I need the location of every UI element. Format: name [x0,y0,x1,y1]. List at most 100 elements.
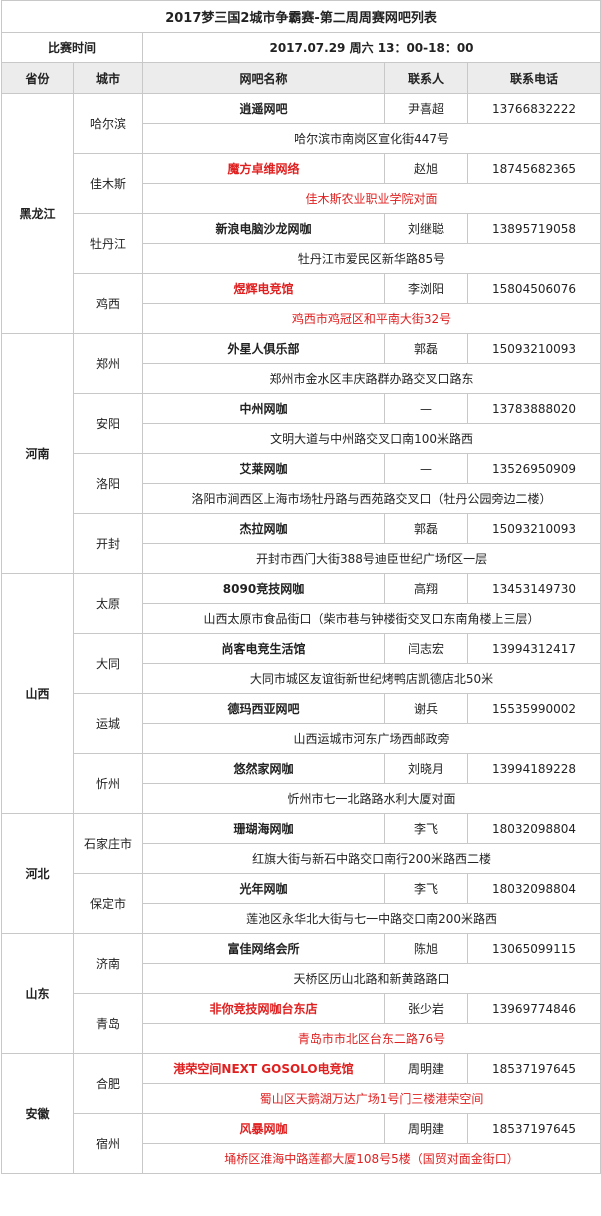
cafe-name-cell: 德玛西亚网吧 [142,693,385,724]
province-cell: 黑龙江 [1,93,74,334]
phone-cell: 13766832222 [466,93,601,124]
cafe-name-cell: 富佳网络会所 [142,933,385,964]
address-cell: 蜀山区天鹅湖万达广场1号门三楼港荣空间 [141,1083,601,1114]
table-row: 宿州 风暴网咖 周明建 18537197645 [2,1113,601,1174]
phone-cell: 18745682365 [466,153,601,184]
cafe-name-cell: 新浪电脑沙龙网咖 [142,213,385,244]
city-cell: 石家庄市 [73,813,143,874]
phone-cell: 15093210093 [466,333,601,364]
address-cell: 山西运城市河东广场西邮政旁 [141,723,601,754]
table-row: 牡丹江 新浪电脑沙龙网咖 刘继聪 13895719058 [2,213,601,274]
contact-cell: 谢兵 [384,693,468,724]
cafe-name-cell: 港荣空间NEXT GOSOLO电竞馆 [142,1053,385,1084]
phone-cell: 13526950909 [466,453,601,484]
address-cell: 青岛市市北区台东二路76号 [141,1023,601,1054]
phone-cell: 18032098804 [466,813,601,844]
header-cafe-name: 网吧名称 [142,62,385,94]
phone-cell: 13895719058 [466,213,601,244]
contact-cell: 闫志宏 [384,633,468,664]
contact-cell: 张少岩 [384,993,468,1024]
phone-cell: 15535990002 [466,693,601,724]
address-cell: 牡丹江市爱民区新华路85号 [141,243,601,274]
contact-cell: 尹喜超 [384,93,468,124]
city-cell: 佳木斯 [73,153,143,214]
contact-cell: 李飞 [384,873,468,904]
address-cell: 文明大道与中州路交叉口南100米路西 [141,423,601,454]
match-time-label: 比赛时间 [1,32,143,63]
city-cell: 开封 [73,513,143,574]
contact-cell: — [384,393,468,424]
contact-cell: — [384,453,468,484]
city-cell: 保定市 [73,873,143,934]
city-cell: 大同 [73,633,143,694]
province-cell: 安徽 [1,1053,74,1174]
header-province: 省份 [1,62,74,94]
title-row: 2017梦三国2城市争霸赛-第二周周赛网吧列表 [0,0,601,33]
phone-cell: 18537197645 [466,1053,601,1084]
address-cell: 哈尔滨市南岗区宣化街447号 [141,123,601,154]
address-cell: 洛阳市涧西区上海市场牡丹路与西苑路交叉口（牡丹公园旁边二楼） [141,483,601,514]
cafe-name-cell: 逍遥网吧 [142,93,385,124]
table-row: 黑龙江 哈尔滨 逍遥网吧 尹喜超 13766832222 [1,93,601,334]
phone-cell: 18032098804 [466,873,601,904]
phone-cell: 13783888020 [466,393,601,424]
address-cell: 天桥区历山北路和新黄路路口 [141,963,601,994]
address-cell: 佳木斯农业职业学院对面 [141,183,601,214]
phone-cell: 13969774846 [466,993,601,1024]
match-time-value: 2017.07.29 周六 13：00-18：00 [141,32,601,63]
cafe-name-cell: 艾莱网咖 [142,453,385,484]
page-title: 2017梦三国2城市争霸赛-第二周周赛网吧列表 [0,0,601,33]
address-cell: 山西太原市食品街口（柴市巷与钟楼街交叉口东南角楼上三层） [141,603,601,634]
city-cell: 太原 [73,573,143,634]
header-row: 省份 城市 网吧名称 联系人 联系电话 [1,62,601,94]
address-cell: 大同市城区友谊街新世纪烤鸭店凯德店北50米 [141,663,601,694]
cafe-name-cell: 悠然家网咖 [142,753,385,784]
match-time-row: 比赛时间 2017.07.29 周六 13：00-18：00 [1,32,601,63]
city-cell: 忻州 [73,753,143,814]
city-cell: 青岛 [73,993,143,1054]
table-row: 河北 石家庄市 珊瑚海网咖 李飞 18032098804 [1,813,601,934]
cafe-name-cell: 珊瑚海网咖 [142,813,385,844]
header-contact: 联系人 [384,62,468,94]
province-cell: 河南 [1,333,74,574]
cafe-name-cell: 非你竞技网咖台东店 [142,993,385,1024]
table-row: 大同 尚客电竞生活馆 闫志宏 13994312417 [2,633,601,694]
cafe-name-cell: 煜辉电竞馆 [142,273,385,304]
phone-cell: 15093210093 [466,513,601,544]
phone-cell: 15804506076 [466,273,601,304]
city-cell: 合肥 [73,1053,143,1114]
address-cell: 忻州市七一北路路水利大厦对面 [141,783,601,814]
table-row: 开封 杰拉网咖 郭磊 15093210093 [2,513,601,574]
contact-cell: 郭磊 [384,513,468,544]
city-cell: 运城 [73,693,143,754]
table-row: 鸡西 煜辉电竞馆 李浏阳 15804506076 [2,273,601,334]
contact-cell: 高翔 [384,573,468,604]
city-cell: 鸡西 [73,273,143,334]
cafe-name-cell: 尚客电竞生活馆 [142,633,385,664]
city-cell: 哈尔滨 [73,93,143,154]
phone-cell: 13453149730 [466,573,601,604]
table-row: 青岛 非你竞技网咖台东店 张少岩 13969774846 [2,993,601,1054]
table-row: 安阳 中州网咖 —13783888020 [2,393,601,454]
city-cell: 宿州 [73,1113,143,1174]
city-cell: 郑州 [73,333,143,394]
cafe-name-cell: 8090竞技网咖 [142,573,385,604]
contact-cell: 郭磊 [384,333,468,364]
table-row: 运城 德玛西亚网吧 谢兵 15535990002 [2,693,601,754]
province-cell: 河北 [1,813,74,934]
table-row: 河南 郑州 外星人俱乐部 郭磊 15093210093 [1,333,601,574]
address-cell: 莲池区永华北大街与七一中路交口南200米路西 [141,903,601,934]
address-cell: 红旗大街与新石中路交口南行200米路西二楼 [141,843,601,874]
address-cell: 开封市西门大街388号迪臣世纪广场f区一层 [141,543,601,574]
table-row: 佳木斯 魔方卓维网络 赵旭 18745682365 [2,153,601,214]
phone-cell: 18537197645 [466,1113,601,1144]
province-cell: 山东 [1,933,74,1054]
header-phone: 联系电话 [466,62,601,94]
table-row: 洛阳 艾莱网咖 —13526950909 [2,453,601,514]
address-cell: 埇桥区淮海中路莲都大厦108号5楼（国贸对面金街口） [141,1143,601,1174]
contact-cell: 周明建 [384,1113,468,1144]
phone-cell: 13065099115 [466,933,601,964]
cafe-name-cell: 风暴网咖 [142,1113,385,1144]
table-row: 山东 济南 富佳网络会所 陈旭 13065099115 [1,933,601,1054]
address-cell: 鸡西市鸡冠区和平南大街32号 [141,303,601,334]
